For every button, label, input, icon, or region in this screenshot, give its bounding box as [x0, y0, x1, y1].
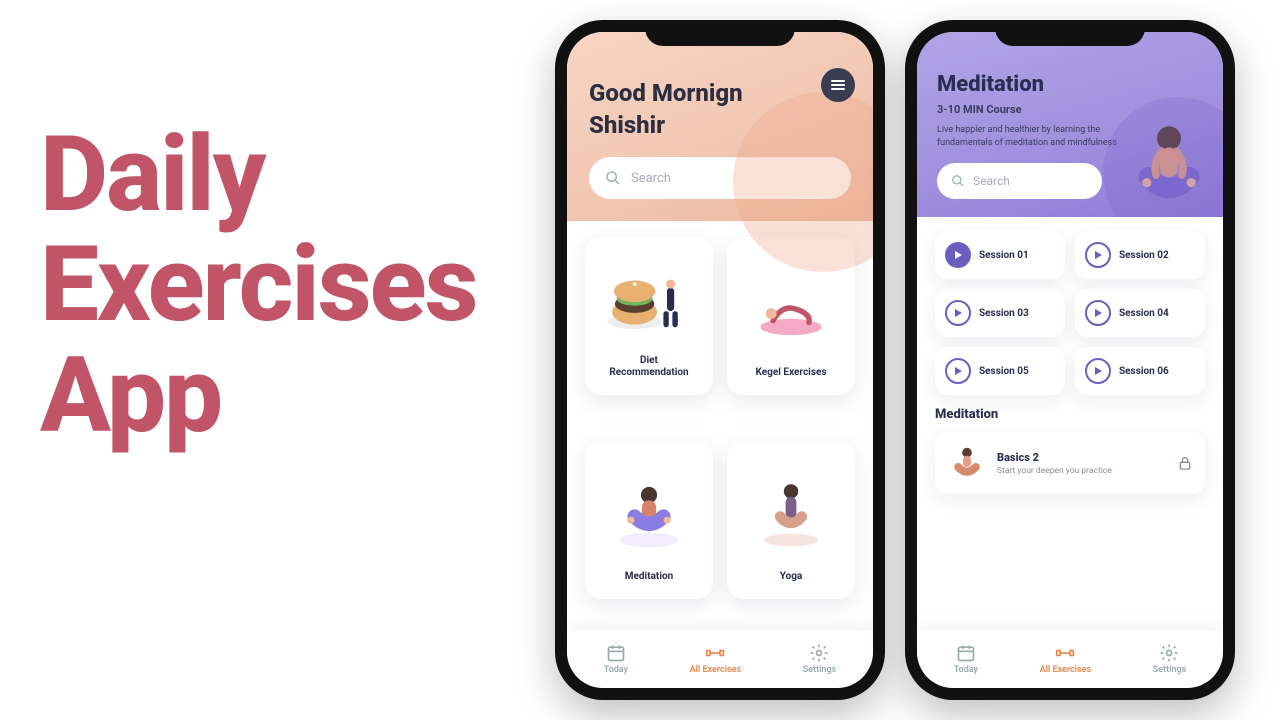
- hero-line-3: App: [40, 341, 477, 451]
- gear-icon: [1159, 643, 1179, 663]
- session-label: Session 06: [1119, 366, 1169, 377]
- gear-icon: [809, 643, 829, 663]
- nav-label: Settings: [1153, 665, 1187, 675]
- card-label: Meditation: [625, 571, 673, 583]
- session-label: Session 03: [979, 308, 1029, 319]
- meditation-illustration: [593, 455, 705, 571]
- session-05[interactable]: Session 05: [935, 347, 1065, 395]
- play-icon: [945, 242, 971, 268]
- search-placeholder: Search: [973, 174, 1010, 188]
- section-title: Meditation: [935, 407, 1205, 422]
- nav-label: Today: [954, 665, 978, 675]
- lock-icon: [1177, 455, 1193, 471]
- basics-card[interactable]: Basics 2 Start your deepen you practice: [935, 432, 1205, 494]
- meditation-mini-illustration: [947, 443, 987, 483]
- session-label: Session 02: [1119, 250, 1169, 261]
- home-header: Good Mornign Shishir Search: [567, 32, 873, 221]
- session-grid: Session 01 Session 02 Session 03 Session…: [917, 217, 1223, 395]
- hero-title: Daily Exercises App: [40, 120, 477, 451]
- play-icon: [1085, 242, 1111, 268]
- session-label: Session 05: [979, 366, 1029, 377]
- search-input[interactable]: Search: [589, 157, 851, 199]
- hamburger-icon: [831, 84, 845, 86]
- play-icon: [945, 300, 971, 326]
- session-01[interactable]: Session 01: [935, 231, 1065, 279]
- card-label: Yoga: [780, 571, 803, 583]
- meditation-hero-illustration: [1121, 118, 1217, 217]
- nav-today[interactable]: Today: [954, 643, 978, 675]
- session-label: Session 04: [1119, 308, 1169, 319]
- phone-frame-home: Good Mornign Shishir Search Diet Recomme…: [555, 20, 885, 700]
- basics-title: Basics 2: [997, 451, 1112, 464]
- card-diet[interactable]: Diet Recommendation: [585, 237, 713, 395]
- basics-subtitle: Start your deepen you practice: [997, 466, 1112, 476]
- greeting-line-2: Shishir: [589, 112, 851, 140]
- calendar-icon: [606, 643, 626, 663]
- session-04[interactable]: Session 04: [1075, 289, 1205, 337]
- meditation-section: Meditation Basics 2 Start your deepen yo…: [917, 395, 1223, 494]
- play-icon: [945, 358, 971, 384]
- nav-settings[interactable]: Settings: [803, 643, 837, 675]
- menu-button[interactable]: [821, 68, 855, 102]
- diet-illustration: [593, 251, 705, 355]
- session-label: Session 01: [979, 250, 1029, 261]
- yoga-illustration: [735, 455, 847, 571]
- hero-line-2: Exercises: [40, 230, 477, 340]
- page-subtitle: 3-10 MIN Course: [937, 103, 1203, 116]
- card-yoga[interactable]: Yoga: [727, 441, 855, 599]
- greeting-line-1: Good Mornign: [589, 80, 851, 108]
- search-icon: [605, 170, 621, 186]
- calendar-icon: [956, 643, 976, 663]
- category-grid: Diet Recommendation Kegel Exercises Medi…: [567, 221, 873, 630]
- session-03[interactable]: Session 03: [935, 289, 1065, 337]
- nav-all-exercises[interactable]: All Exercises: [1040, 643, 1092, 675]
- nav-today[interactable]: Today: [604, 643, 628, 675]
- phone-notch: [645, 20, 795, 46]
- nav-label: All Exercises: [690, 665, 742, 675]
- card-label: Kegel Exercises: [756, 367, 827, 379]
- card-label: Diet Recommendation: [609, 355, 688, 379]
- bottom-nav: Today All Exercises Settings: [917, 630, 1223, 688]
- phone-notch: [995, 20, 1145, 46]
- screen-home: Good Mornign Shishir Search Diet Recomme…: [567, 32, 873, 688]
- nav-label: Settings: [803, 665, 837, 675]
- nav-settings[interactable]: Settings: [1153, 643, 1187, 675]
- nav-all-exercises[interactable]: All Exercises: [690, 643, 742, 675]
- dumbbell-icon: [705, 643, 725, 663]
- search-icon: [951, 174, 965, 188]
- hero-line-1: Daily: [40, 120, 477, 230]
- nav-label: All Exercises: [1040, 665, 1092, 675]
- search-input[interactable]: Search: [937, 163, 1102, 199]
- play-icon: [1085, 300, 1111, 326]
- nav-label: Today: [604, 665, 628, 675]
- dumbbell-icon: [1055, 643, 1075, 663]
- card-meditation[interactable]: Meditation: [585, 441, 713, 599]
- search-placeholder: Search: [631, 171, 671, 186]
- play-icon: [1085, 358, 1111, 384]
- session-06[interactable]: Session 06: [1075, 347, 1205, 395]
- meditation-header: Meditation 3-10 MIN Course Live happier …: [917, 32, 1223, 217]
- screen-meditation: Meditation 3-10 MIN Course Live happier …: [917, 32, 1223, 688]
- session-02[interactable]: Session 02: [1075, 231, 1205, 279]
- bottom-nav: Today All Exercises Settings: [567, 630, 873, 688]
- phone-frame-meditation: Meditation 3-10 MIN Course Live happier …: [905, 20, 1235, 700]
- page-description: Live happier and healthier by learning t…: [937, 124, 1117, 149]
- page-title: Meditation: [937, 72, 1203, 97]
